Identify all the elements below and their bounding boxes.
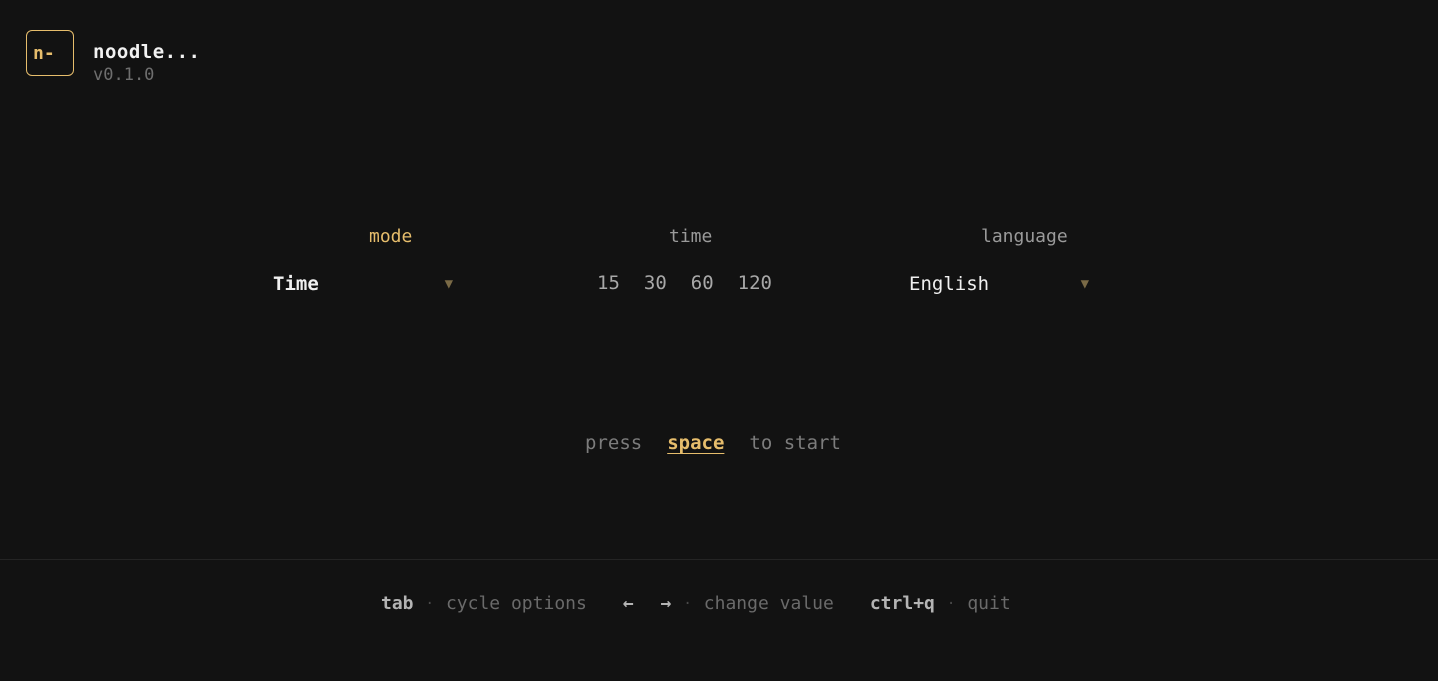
app-root: n- noodle... v0.1.0 mode Time ▼ time 15 … [0,0,1438,681]
hint-separator: · [946,595,956,612]
prompt-before: press [585,432,643,454]
language-select-value: English [909,273,990,295]
keybinding-hints: tab · cycle options ← → · change value c… [381,593,1011,614]
arrow-keys-icon: ← → [622,593,680,614]
footer-divider [0,559,1438,560]
time-label: time [669,226,713,247]
mode-label: mode [369,226,413,247]
hint-separator: · [425,595,434,612]
language-select[interactable]: English ▼ [909,270,1089,298]
hint-quit-desc: quit [967,593,1011,614]
app-name: noodle... [93,41,201,63]
time-option-60[interactable]: 60 [691,272,714,294]
time-option-120[interactable]: 120 [738,272,772,294]
hint-cycle-desc: cycle options [445,593,587,614]
logo-text: n- [33,42,55,64]
hint-separator: · [683,595,692,612]
hint-cycle: tab · cycle options [381,593,587,614]
hint-change: ← → · change value [623,593,834,614]
prompt-after: to start [749,432,841,454]
app-version: v0.1.0 [93,65,155,85]
hint-quit-key: ctrl+q [869,593,935,614]
mode-select-value: Time [273,273,319,295]
mode-select[interactable]: Time ▼ [273,270,453,298]
time-option-15[interactable]: 15 [597,272,620,294]
hint-change-desc: change value [703,593,834,614]
start-prompt: press space to start [585,432,841,454]
time-options: 15 30 60 120 [597,272,772,294]
time-option-30[interactable]: 30 [644,272,667,294]
mode-caret-down-icon: ▼ [444,276,453,292]
language-caret-down-icon: ▼ [1080,276,1089,292]
start-key[interactable]: space [667,432,724,454]
app-logo: n- [26,30,74,76]
language-label: language [981,226,1068,247]
hint-quit: ctrl+q · quit [870,593,1011,614]
hint-cycle-key: tab [381,593,414,614]
